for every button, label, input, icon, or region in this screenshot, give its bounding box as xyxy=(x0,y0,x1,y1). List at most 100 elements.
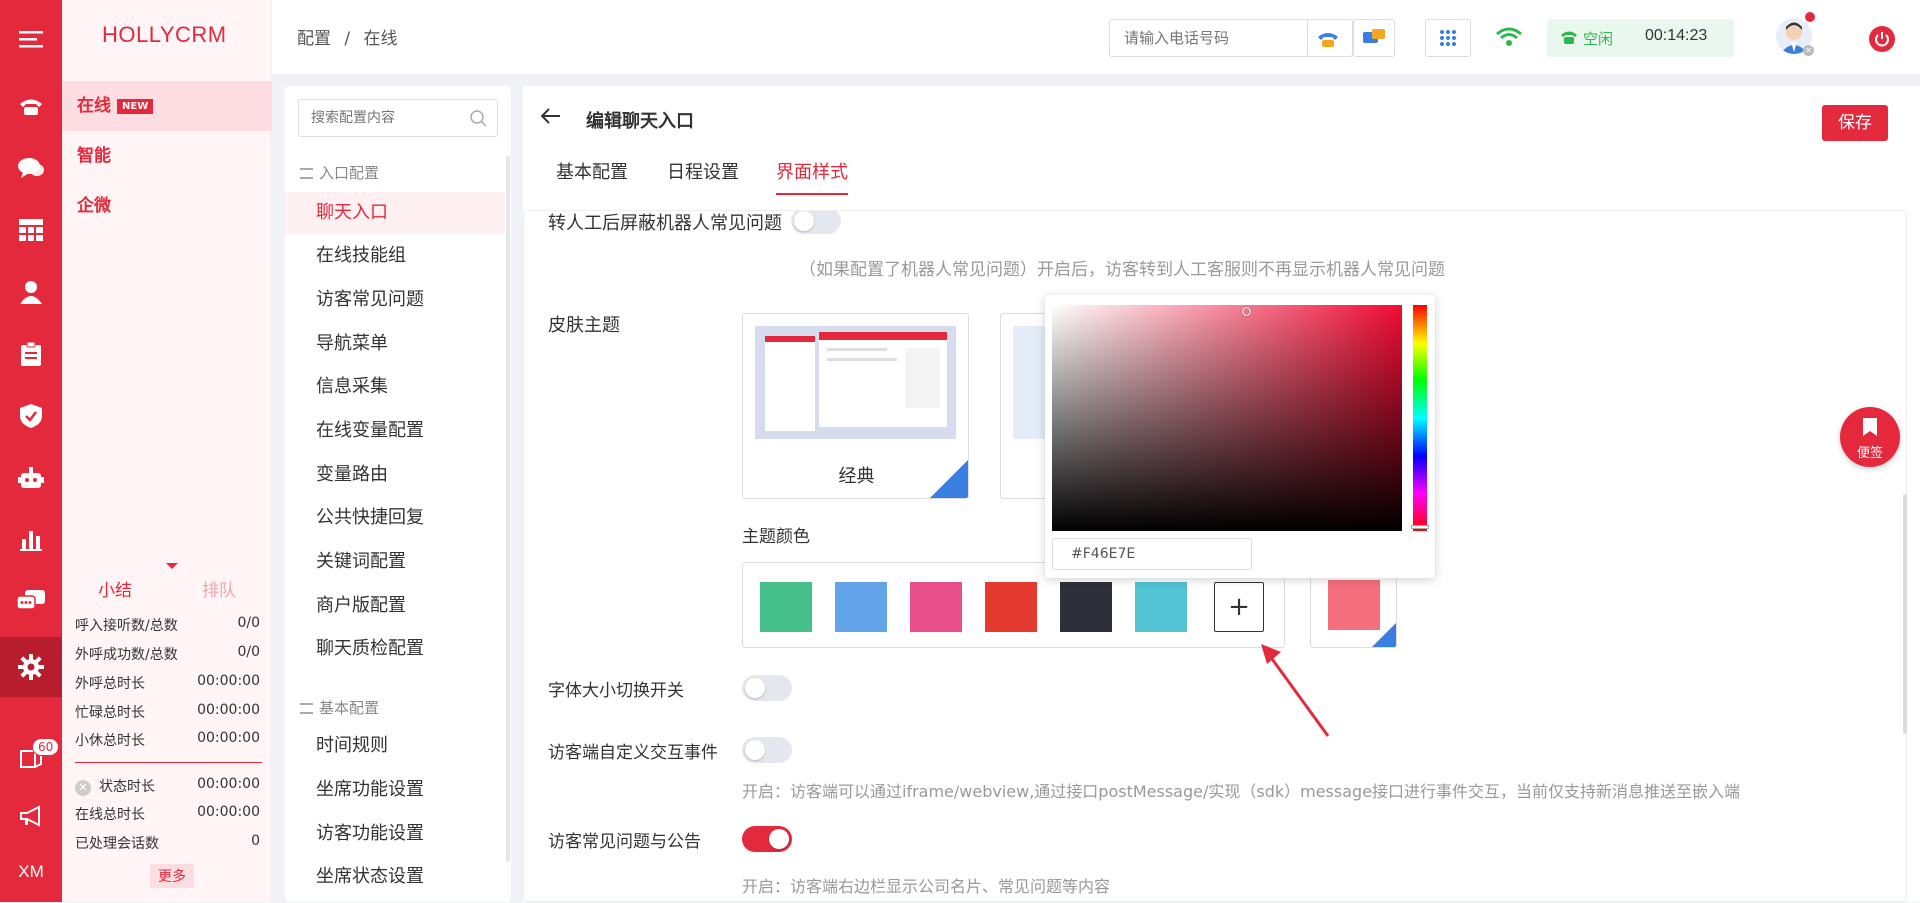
robot-faq-label: 转人工后屏蔽机器人常见问题 xyxy=(548,213,782,234)
phone-input[interactable] xyxy=(1110,20,1270,56)
tab-queue[interactable]: 排队 xyxy=(202,576,236,601)
stat-row: 小休总时长 00:00:00 xyxy=(75,730,260,749)
sticky-note-button[interactable]: 便签 xyxy=(1840,407,1900,467)
faq-notice-label: 访客常见问题与公告 xyxy=(548,832,701,852)
nav-item[interactable]: 公共快捷回复 xyxy=(316,497,424,539)
skin-preview xyxy=(755,326,956,439)
bookmark-icon xyxy=(1863,418,1877,436)
message-send-icon[interactable] xyxy=(1353,19,1395,57)
nav-item[interactable]: 信息采集 xyxy=(316,366,388,408)
nav-item[interactable]: 聊天质检配置 xyxy=(316,628,424,670)
saturation-panel[interactable] xyxy=(1052,305,1402,531)
nav-item[interactable]: 坐席功能设置 xyxy=(316,769,424,811)
offline-icon: ✕ xyxy=(1803,45,1814,56)
dial-icon[interactable] xyxy=(1317,30,1339,52)
tab-schedule[interactable]: 日程设置 xyxy=(667,158,739,184)
search-icon[interactable] xyxy=(469,109,487,131)
nav-item[interactable]: 在线变量配置 xyxy=(316,410,424,452)
message-icon[interactable] xyxy=(0,571,62,633)
color-swatch-dark[interactable] xyxy=(1060,582,1112,632)
megaphone-icon[interactable] xyxy=(0,785,62,847)
new-badge: NEW xyxy=(117,99,154,114)
tab-style[interactable]: 界面样式 xyxy=(776,158,848,184)
robot-faq-toggle[interactable] xyxy=(791,211,841,234)
nav-item[interactable]: 商户版配置 xyxy=(316,585,406,627)
top-header: 配置 / 在线 空闲 00:14:23 ✕ xyxy=(272,0,1920,74)
module-online[interactable]: 在线 NEW xyxy=(62,81,272,131)
color-swatch-pink[interactable] xyxy=(910,582,962,632)
tab-summary[interactable]: 小结 xyxy=(98,576,132,601)
phone-search-group xyxy=(1109,19,1353,57)
main-scrollbar[interactable] xyxy=(1903,494,1907,734)
stat-row: 已处理会话数 0 xyxy=(75,833,260,852)
module-smart[interactable]: 智能 xyxy=(77,131,111,181)
add-color-button[interactable]: + xyxy=(1214,582,1264,632)
tab-underline xyxy=(776,193,848,195)
user-icon[interactable] xyxy=(0,261,62,323)
shield-icon[interactable] xyxy=(0,385,62,447)
faq-notice-hint: 开启：访客端右边栏显示公司名片、常见问题等内容 xyxy=(742,877,1111,896)
nav-item[interactable]: 变量路由 xyxy=(316,454,388,496)
selected-check-icon xyxy=(930,460,968,498)
book-icon[interactable]: 60 xyxy=(0,726,62,788)
stat-row: 呼入接听数/总数 0/0 xyxy=(75,615,260,634)
collapse-arrow-icon[interactable] xyxy=(166,563,178,569)
agent-status[interactable]: 空闲 00:14:23 xyxy=(1547,19,1734,57)
font-switch-label: 字体大小切换开关 xyxy=(548,681,684,701)
nav-scrollbar[interactable] xyxy=(506,156,510,862)
theme-color-label: 主题颜色 xyxy=(742,527,810,547)
chat-icon[interactable] xyxy=(0,137,62,199)
clipboard-icon[interactable] xyxy=(0,323,62,385)
more-button[interactable]: 更多 xyxy=(150,864,194,888)
stat-row: ✕ 状态时长 00:00:00 xyxy=(75,776,260,796)
nav-item-chat-entry[interactable]: 聊天入口 xyxy=(285,192,505,234)
breadcrumb-item[interactable]: 配置 xyxy=(297,29,331,49)
hue-thumb[interactable] xyxy=(1411,525,1429,529)
power-icon[interactable] xyxy=(1869,26,1895,52)
nav-item[interactable]: 关键词配置 xyxy=(316,541,406,583)
breadcrumb-item: 在线 xyxy=(363,29,398,49)
module-wecom[interactable]: 企微 xyxy=(77,181,111,231)
hex-input[interactable]: #F46E7E xyxy=(1052,538,1252,570)
robot-icon[interactable] xyxy=(0,447,62,509)
skin-classic[interactable]: 经典 xyxy=(742,313,969,499)
icon-rail: 60 XM xyxy=(0,0,62,902)
apps-grid-icon[interactable] xyxy=(1425,19,1471,57)
divider xyxy=(75,762,262,763)
picker-cursor[interactable] xyxy=(1242,307,1251,316)
tab-basic[interactable]: 基本配置 xyxy=(556,158,628,184)
notification-dot xyxy=(1805,12,1815,22)
faq-notice-toggle[interactable] xyxy=(742,826,792,852)
custom-event-toggle[interactable] xyxy=(742,737,792,763)
back-arrow-icon[interactable] xyxy=(540,108,561,128)
close-circle-icon: ✕ xyxy=(75,780,91,796)
font-switch-toggle[interactable] xyxy=(742,675,792,701)
nav-item[interactable]: 在线技能组 xyxy=(316,235,406,277)
user-initials[interactable]: XM xyxy=(0,841,62,903)
nav-item[interactable]: 坐席状态设置 xyxy=(316,856,424,898)
nav-item[interactable]: 时间规则 xyxy=(316,725,388,767)
color-swatch-red[interactable] xyxy=(985,582,1037,632)
list-icon xyxy=(300,168,313,179)
phone-icon[interactable] xyxy=(0,75,62,137)
color-swatch-blue[interactable] xyxy=(835,582,887,632)
grid-icon[interactable] xyxy=(0,199,62,261)
color-swatch-green[interactable] xyxy=(760,582,812,632)
stat-row: 在线总时长 00:00:00 xyxy=(75,804,260,823)
menu-icon[interactable] xyxy=(0,8,62,70)
stat-row: 忙碌总时长 00:00:00 xyxy=(75,702,260,721)
book-badge: 60 xyxy=(32,738,60,756)
color-swatch-cyan[interactable] xyxy=(1135,582,1187,632)
gear-icon[interactable] xyxy=(0,637,62,697)
config-search-input[interactable] xyxy=(299,100,459,136)
save-button[interactable]: 保存 xyxy=(1822,105,1888,141)
nav-item[interactable]: 访客常见问题 xyxy=(316,279,424,321)
nav-item[interactable]: 导航菜单 xyxy=(316,323,388,365)
nav-item[interactable]: 访客功能设置 xyxy=(316,813,424,855)
module-panel: HOLLYCRM 在线 NEW 智能 企微 小结 排队 呼入接听数/总数 0/0 外… xyxy=(62,0,272,902)
custom-event-hint: 开启：访客端可以通过iframe/webview,通过接口postMessage… xyxy=(742,782,1741,801)
hue-slider[interactable] xyxy=(1413,305,1427,531)
settings-list-icon xyxy=(300,703,313,714)
skin-label: 皮肤主题 xyxy=(548,315,620,336)
bar-chart-icon[interactable] xyxy=(0,509,62,571)
